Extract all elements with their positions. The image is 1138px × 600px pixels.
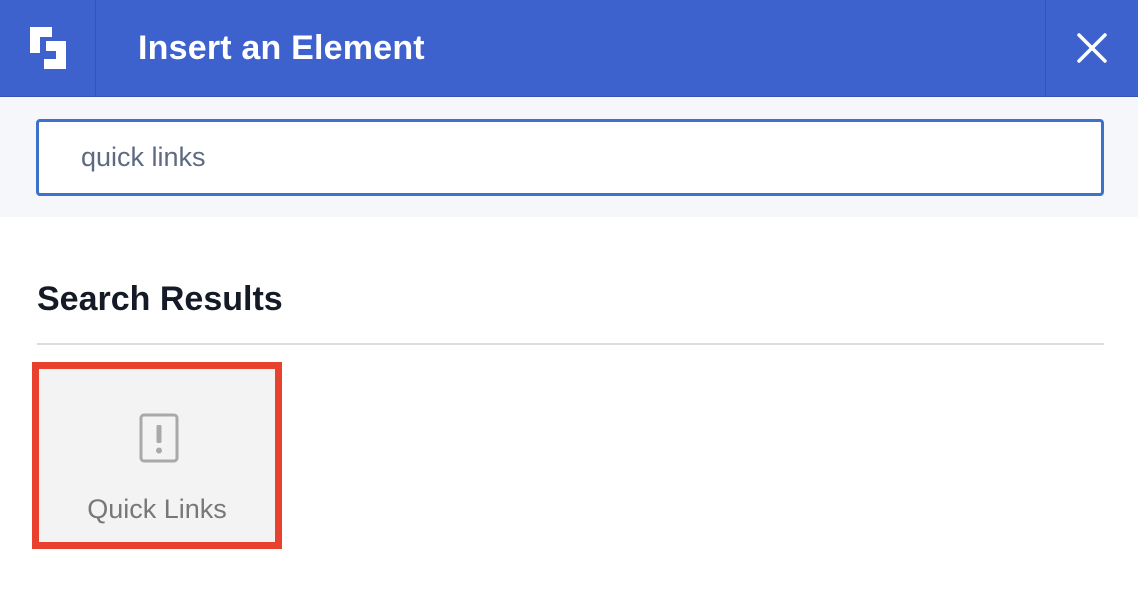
modal-title: Insert an Element <box>138 29 425 67</box>
close-icon <box>1077 33 1107 63</box>
search-input[interactable] <box>36 119 1104 196</box>
search-results-heading: Search Results <box>37 280 283 318</box>
divider <box>37 343 1104 345</box>
brand-logo-icon <box>29 27 66 69</box>
alert-document-icon <box>139 413 179 463</box>
search-area <box>0 97 1138 217</box>
element-tile-quick-links[interactable]: Quick Links <box>32 362 282 549</box>
tile-label: Quick Links <box>87 494 227 524</box>
close-button[interactable] <box>1045 0 1138 96</box>
tile-body: Quick Links <box>39 369 275 542</box>
modal-header: Insert an Element <box>0 0 1138 97</box>
logo-cell <box>0 0 96 96</box>
